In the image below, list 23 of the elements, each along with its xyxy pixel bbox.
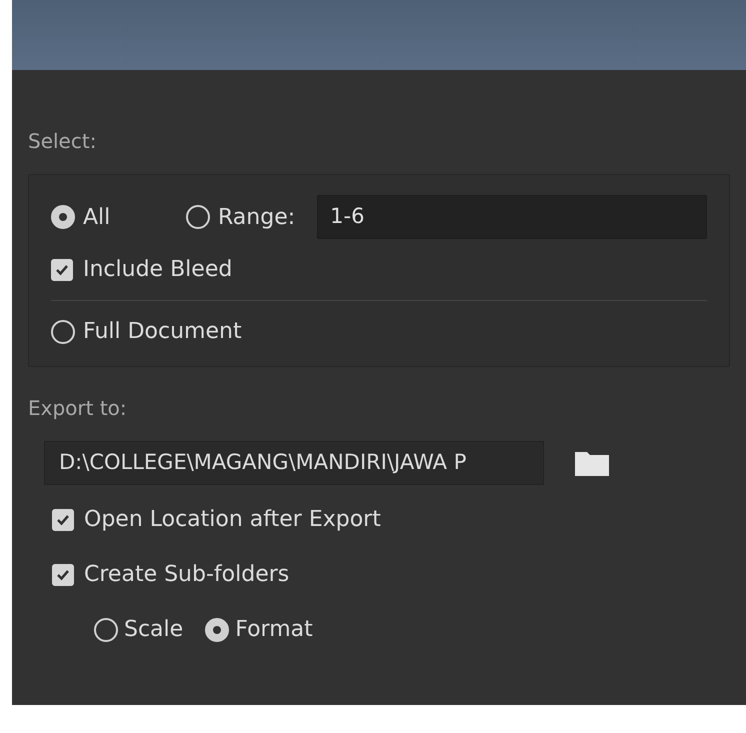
range-field[interactable]: 1-6 (317, 195, 707, 239)
option-label: Range: (218, 204, 296, 232)
radio-button[interactable] (51, 205, 75, 229)
checkbox[interactable] (52, 508, 74, 530)
section-label: Select: (28, 128, 98, 155)
checkbox[interactable] (51, 258, 73, 280)
range-value: 1-6 (330, 203, 364, 230)
option-label: Include Bleed (83, 256, 232, 284)
option-label: Open Location after Export (84, 506, 381, 534)
path-field[interactable]: D:\COLLEGE\MAGANG\MANDIRI\JAWA P (44, 441, 544, 485)
option-label: Full Document (83, 318, 242, 346)
checkbox[interactable] (52, 564, 74, 586)
option-label: Format (235, 616, 313, 644)
section-label: Export to: (28, 395, 128, 422)
folder-icon[interactable] (574, 449, 610, 477)
radio-button[interactable] (51, 320, 75, 344)
radio-button[interactable] (205, 618, 230, 642)
option-label: Scale (124, 616, 184, 644)
radio-button[interactable] (186, 205, 210, 229)
option-label: All (83, 204, 110, 232)
radio-button[interactable] (94, 618, 118, 642)
path-value: D:\COLLEGE\MAGANG\MANDIRI\JAWA P (59, 449, 466, 476)
option-label: Create Sub-folders (84, 561, 290, 589)
